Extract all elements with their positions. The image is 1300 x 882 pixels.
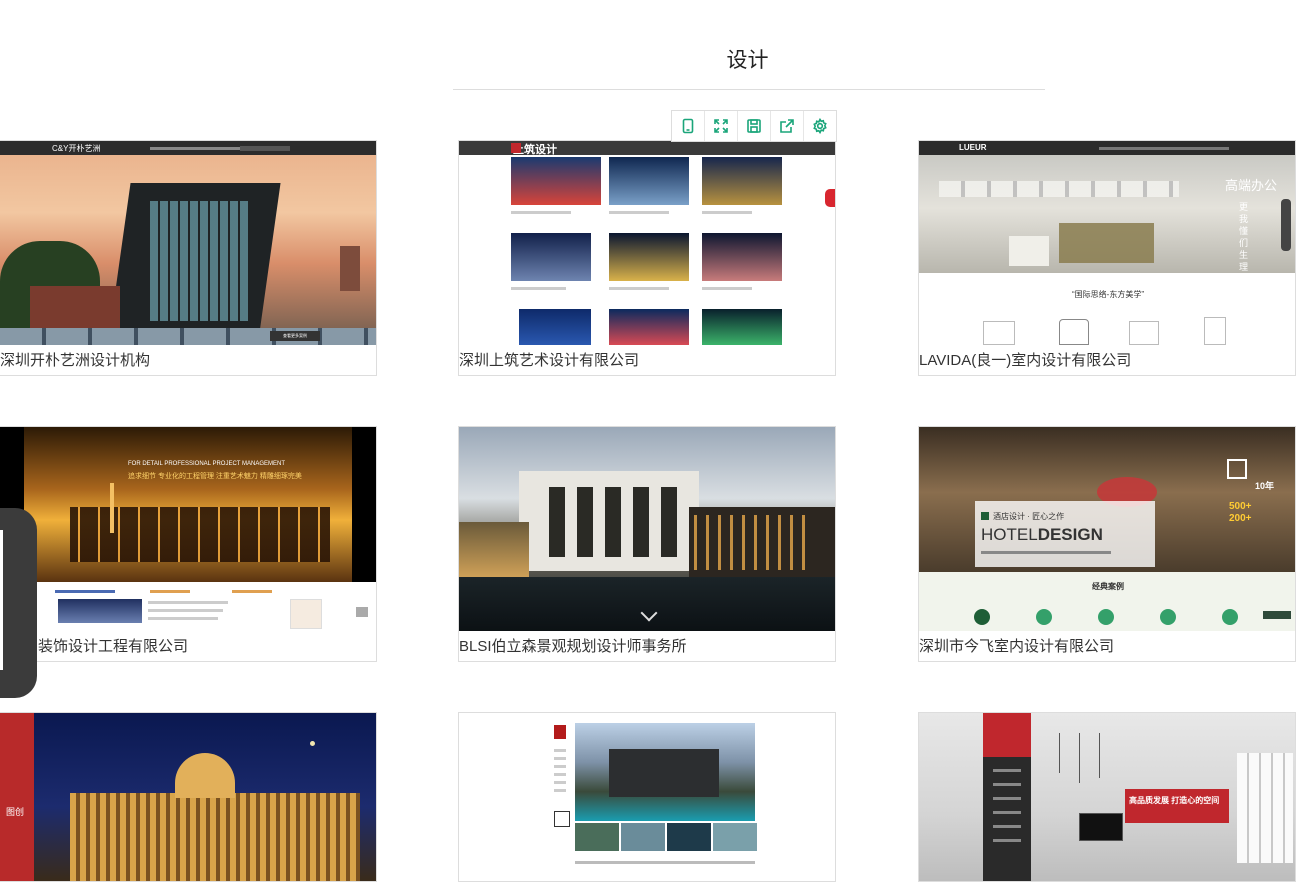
section-title-thumb: 经典案例 (1092, 582, 1124, 591)
case-thumbnail: 酒店设计 · 匠心之作 HOTELDESIGN 10年 500+ 200+ 经典… (919, 427, 1295, 631)
case-title[interactable]: 深圳开朴艺洲设计机构 (0, 347, 376, 375)
case-thumbnail: 上筑设计 (459, 141, 835, 345)
hotel-en-bold: DESIGN (1037, 525, 1103, 544)
side-panel-tab[interactable] (0, 508, 37, 698)
share-icon (780, 119, 794, 133)
case-thumbnail: 高品质发展 打造心的空间 (919, 713, 1295, 881)
headline-en: FOR DETAIL PROFESSIONAL PROJECT MANAGEME… (128, 461, 286, 467)
case-title[interactable]: 深圳上筑艺术设计有限公司 (459, 347, 835, 375)
settings-icon (813, 118, 827, 134)
site-logo: 图创 (6, 807, 25, 817)
hotel-cn: 酒店设计 · 匠心之作 (993, 512, 1065, 521)
case-card[interactable] (458, 712, 836, 882)
headline-cn: 追求细节 专业化的工程管理 注重艺术魅力 精雕细琢完美 (128, 473, 302, 480)
fullscreen-button[interactable] (705, 111, 738, 141)
site-logo: C&Y开朴艺洲 (52, 144, 101, 153)
banner-button[interactable]: 查看更多案例 (270, 331, 320, 341)
settings-button[interactable] (804, 111, 836, 141)
stat-500: 500+ (1229, 501, 1252, 512)
case-card[interactable]: 上筑设计 深圳上筑艺术设计有限公司 (458, 140, 836, 376)
case-card[interactable]: BLSI伯立森景观规划设计师事务所 (458, 426, 836, 662)
tagline: “国际思络-东方美学” (1072, 290, 1144, 299)
case-card[interactable]: 酒店设计 · 匠心之作 HOTELDESIGN 10年 500+ 200+ 经典… (918, 426, 1296, 662)
case-thumbnail: FOR DETAIL PROFESSIONAL PROJECT MANAGEME… (0, 427, 376, 631)
share-button[interactable] (771, 111, 804, 141)
case-title[interactable]: BLSI伯立森景观规划设计师事务所 (459, 633, 835, 661)
case-card[interactable]: C&Y开朴艺洲 查看更多案例 深圳开朴艺洲设计机构 (0, 140, 377, 376)
case-title[interactable]: 深圳市今飞室内设计有限公司 (919, 633, 1295, 661)
case-thumbnail: 图创 (0, 713, 376, 881)
banner-side-text: 更我懂们生理活解设计 (1239, 202, 1249, 320)
case-card[interactable]: 高品质发展 打造心的空间 (918, 712, 1296, 882)
banner-title: 高端办公 (1225, 178, 1278, 193)
section-title: 设计 (726, 49, 769, 72)
fullscreen-icon (714, 119, 728, 133)
case-card[interactable]: 图创 (0, 712, 377, 882)
hotel-en-light: HOTEL (981, 525, 1038, 544)
stat-200: 200+ (1229, 513, 1252, 524)
mobile-preview-icon (682, 118, 694, 134)
case-thumbnail (459, 713, 835, 881)
site-logo: LUEUR (959, 143, 987, 152)
title-divider (453, 89, 1045, 90)
case-title[interactable]: LAVIDA(良一)室内设计有限公司 (919, 347, 1295, 375)
save-button[interactable] (738, 111, 771, 141)
case-card[interactable]: LUEUR 高端办公 更我懂们生理活解设计 “国际思络-东方美学” LAVIDA… (918, 140, 1296, 376)
case-title[interactable]: 装饰设计工程有限公司 (0, 633, 376, 661)
case-thumbnail: LUEUR 高端办公 更我懂们生理活解设计 “国际思络-东方美学” (919, 141, 1295, 345)
case-thumbnail (459, 427, 835, 631)
mobile-preview-button[interactable] (672, 111, 705, 141)
slogan: 高品质发展 打造心的空间 (1129, 796, 1220, 805)
case-thumbnail: C&Y开朴艺洲 查看更多案例 (0, 141, 376, 345)
case-card[interactable]: FOR DETAIL PROFESSIONAL PROJECT MANAGEME… (0, 426, 377, 662)
save-icon (747, 119, 761, 133)
preview-toolbar (671, 110, 837, 142)
years-badge: 10年 (1255, 481, 1275, 491)
